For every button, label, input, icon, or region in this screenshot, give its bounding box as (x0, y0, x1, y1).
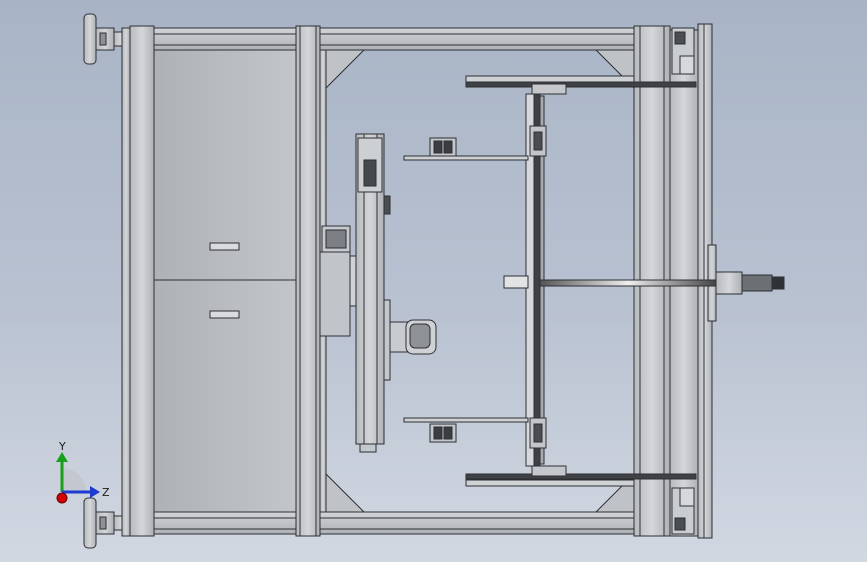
panel-handle-lower (209, 310, 240, 319)
gripper-arm-lower (403, 417, 529, 443)
z-axis-label: Z (102, 486, 110, 499)
panel-handle-upper (209, 242, 240, 251)
leveling-foot-top (83, 13, 129, 65)
reference-triad: Y Z (56, 440, 110, 504)
graphics-viewport[interactable]: Y Z (0, 0, 867, 562)
end-effector-head (389, 319, 437, 355)
linear-module (355, 133, 391, 453)
y-axis-label: Y (58, 440, 66, 453)
gripper-arm-upper (403, 137, 529, 161)
x-axis-arrow-icon (56, 492, 68, 504)
triad-plane-icon (62, 468, 86, 492)
cabinet-panels (153, 49, 297, 513)
servo-motor-box (319, 225, 357, 337)
cad-model-side-view[interactable] (0, 0, 867, 562)
